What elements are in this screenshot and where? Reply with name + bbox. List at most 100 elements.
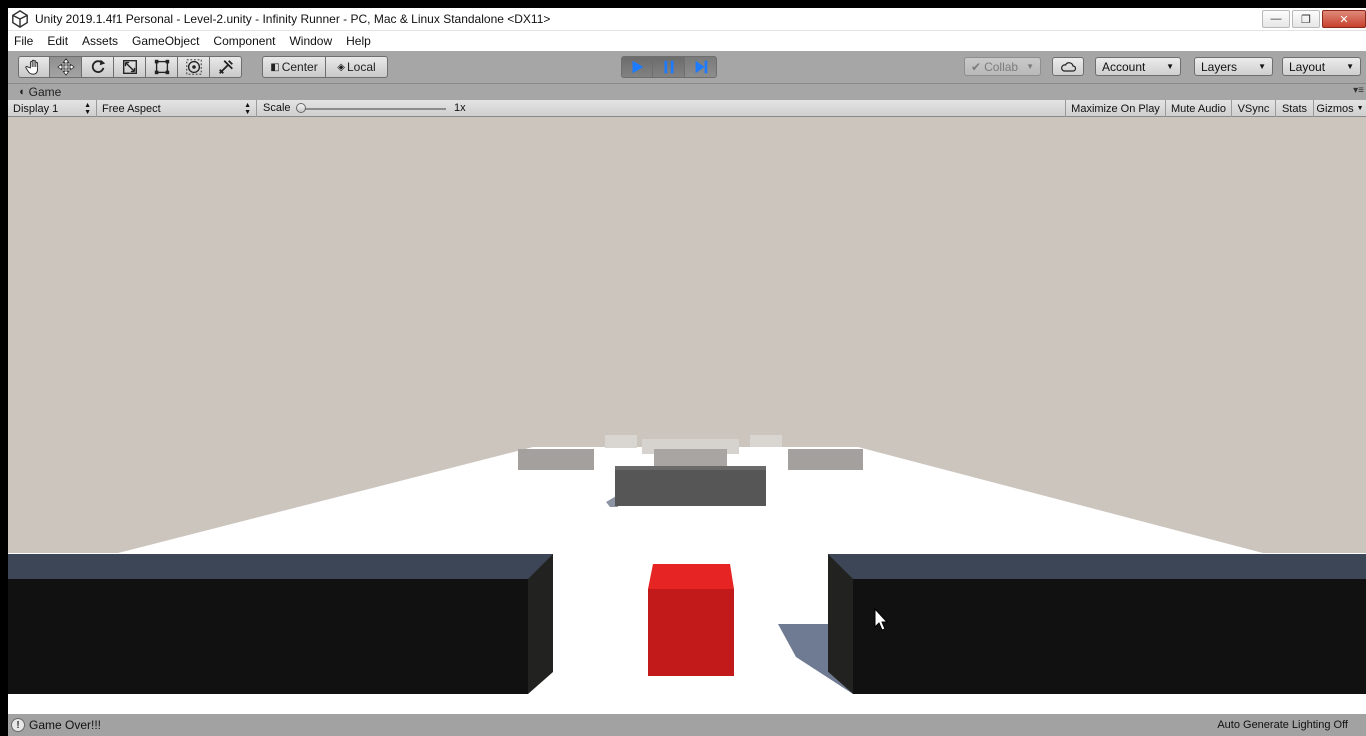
tab-game-label: Game <box>28 85 62 99</box>
collab-dropdown[interactable]: ✔ Collab ▼ <box>964 57 1041 76</box>
play-icon <box>632 60 644 74</box>
mute-audio-toggle[interactable]: Mute Audio <box>1165 100 1231 117</box>
gizmos-label: Gizmos <box>1316 102 1354 115</box>
rotate-tool-button[interactable] <box>82 56 114 78</box>
transform-tool-button[interactable] <box>178 56 210 78</box>
tab-game[interactable]: ◖ Game <box>8 84 88 100</box>
console-message[interactable]: Game Over!!! <box>29 718 101 732</box>
check-icon: ✔ <box>971 59 982 74</box>
obstacle-top-edge <box>615 466 766 470</box>
move-tool-button[interactable] <box>50 56 82 78</box>
window-title: Unity 2019.1.4f1 Personal - Level-2.unit… <box>35 12 551 26</box>
distant-obstacle <box>605 435 637 448</box>
restore-button[interactable]: ❐ <box>1292 10 1320 28</box>
obstacle-left <box>518 449 594 470</box>
play-button[interactable] <box>621 56 653 78</box>
menu-help[interactable]: Help <box>339 31 378 51</box>
lighting-status[interactable]: Auto Generate Lighting Off <box>1217 719 1348 731</box>
aspect-dropdown[interactable]: Free Aspect ▲ ▼ <box>97 100 257 117</box>
obstacle-center-front <box>615 466 766 506</box>
distant-obstacle <box>750 435 782 447</box>
left-wall-front <box>8 579 528 694</box>
layout-dropdown[interactable]: Layout ▼ <box>1282 57 1361 76</box>
game-view-toolbar: Display 1 ▲ ▼ Free Aspect ▲ ▼ Scale 1x Max… <box>8 100 1366 117</box>
game-view[interactable] <box>8 117 1366 714</box>
chevron-down-icon: ▼ <box>1166 62 1174 71</box>
menu-file[interactable]: File <box>8 31 40 51</box>
menu-assets[interactable]: Assets <box>75 31 125 51</box>
rect-icon <box>154 59 169 75</box>
status-bar: ! Game Over!!! Auto Generate Lighting Of… <box>8 714 1366 736</box>
custom-tool-button[interactable] <box>210 56 242 78</box>
cloud-button[interactable] <box>1052 57 1084 76</box>
menu-bar: File Edit Assets GameObject Component Wi… <box>8 31 1366 51</box>
pause-button[interactable] <box>653 56 685 78</box>
transform-icon <box>185 59 202 75</box>
pause-icon <box>664 60 673 74</box>
move-arrows-icon <box>56 58 75 76</box>
right-wall-front <box>853 579 1366 694</box>
tab-menu-icon[interactable]: ▾≡ <box>1353 85 1364 96</box>
account-dropdown[interactable]: Account ▼ <box>1095 57 1181 76</box>
tab-bar: ◖ Game ▾≡ <box>8 84 1366 100</box>
scale-slider-thumb[interactable] <box>296 103 306 113</box>
rotate-icon <box>91 59 105 73</box>
step-button[interactable] <box>685 56 717 78</box>
stats-toggle[interactable]: Stats <box>1275 100 1313 117</box>
transform-tools <box>18 56 242 78</box>
main-toolbar: ◧ Center ◈ Local ✔ Collab ▼ Account ▼ La… <box>8 51 1366 84</box>
right-wall-top <box>828 554 1366 579</box>
scale-slider-track[interactable] <box>300 108 446 110</box>
vsync-toggle[interactable]: VSync <box>1231 100 1275 117</box>
chevron-down-icon: ▼ <box>1346 62 1354 71</box>
scale-icon <box>122 60 137 74</box>
layers-label: Layers <box>1201 59 1238 74</box>
display-dropdown[interactable]: Display 1 ▲ ▼ <box>8 100 97 117</box>
pivot-rotation-button[interactable]: ◈ Local <box>326 56 388 78</box>
step-icon <box>695 60 707 74</box>
player-cube-top <box>648 564 734 589</box>
window-title-bar: Unity 2019.1.4f1 Personal - Level-2.unit… <box>8 8 1366 31</box>
tools-icon <box>218 60 233 74</box>
maximize-on-play-toggle[interactable]: Maximize On Play <box>1065 100 1165 117</box>
account-label: Account <box>1102 59 1146 74</box>
gizmos-toggle[interactable]: Gizmos ▼ <box>1313 100 1366 117</box>
menu-component[interactable]: Component <box>206 31 282 51</box>
cloud-icon <box>1061 61 1076 72</box>
scale-label: Scale <box>263 102 291 114</box>
left-wall-top <box>8 554 553 579</box>
hand-icon <box>25 59 39 75</box>
cube-icon: ◈ <box>337 61 345 73</box>
display-label: Display 1 <box>13 102 59 115</box>
scale-tool-button[interactable] <box>114 56 146 78</box>
game-scene <box>8 435 1366 714</box>
menu-gameobject[interactable]: GameObject <box>125 31 206 51</box>
pacman-game-icon: ◖ <box>18 86 25 98</box>
menu-window[interactable]: Window <box>282 31 339 51</box>
obstacle-right <box>788 449 863 470</box>
updown-icon: ▲ ▼ <box>84 101 91 116</box>
collab-label: Collab <box>984 59 1019 74</box>
hand-tool-button[interactable] <box>18 56 50 78</box>
chevron-down-icon: ▼ <box>1258 62 1266 71</box>
close-button[interactable]: ✕ <box>1322 10 1366 28</box>
layout-label: Layout <box>1289 59 1326 74</box>
info-icon: ! <box>11 718 25 732</box>
pivot-rotation-label: Local <box>347 60 376 74</box>
pivot-mode-label: Center <box>281 60 318 74</box>
play-controls <box>621 56 717 78</box>
pivot-icon: ◧ <box>270 61 280 73</box>
pivot-mode-button[interactable]: ◧ Center <box>262 56 326 78</box>
rect-tool-button[interactable] <box>146 56 178 78</box>
player-cube-front <box>648 589 734 676</box>
menu-edit[interactable]: Edit <box>40 31 75 51</box>
scale-value: 1x <box>454 102 466 114</box>
updown-icon: ▲ ▼ <box>244 101 251 116</box>
layers-dropdown[interactable]: Layers ▼ <box>1194 57 1273 76</box>
aspect-label: Free Aspect <box>102 102 161 115</box>
pivot-toggles: ◧ Center ◈ Local <box>262 56 388 78</box>
minimize-button[interactable]: — <box>1262 10 1290 28</box>
unity-logo-icon <box>12 10 28 28</box>
chevron-down-icon: ▼ <box>1026 62 1034 71</box>
chevron-down-icon: ▼ <box>1356 105 1364 112</box>
